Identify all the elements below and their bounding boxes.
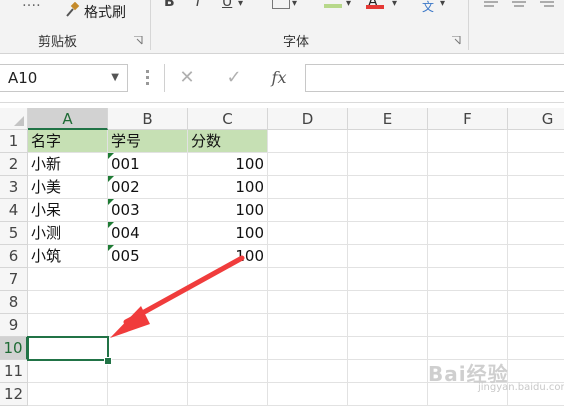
watermark-url: jingyan.baidu.com xyxy=(478,382,564,393)
annotation-arrow xyxy=(110,255,245,338)
